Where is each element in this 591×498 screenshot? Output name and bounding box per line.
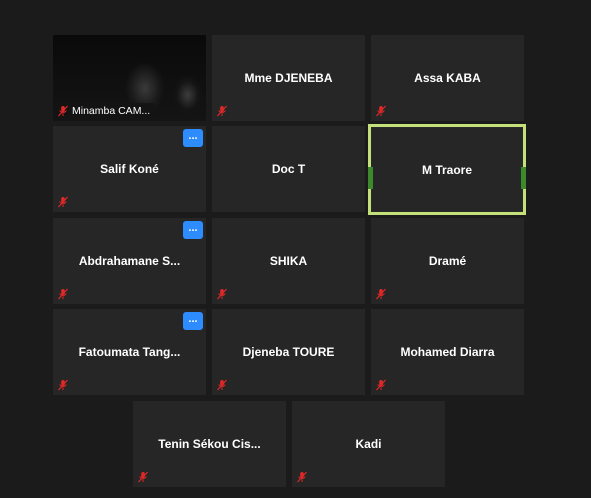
participant-name: M Traore xyxy=(421,162,472,177)
participant-tile-assa-kaba[interactable]: Assa KABA xyxy=(371,35,524,121)
participant-name: Dramé xyxy=(428,254,467,268)
participant-tile-drame[interactable]: Dramé xyxy=(371,218,524,304)
participant-tile-abdrahamane[interactable]: ... Abdrahamane S... xyxy=(53,218,206,304)
participant-name: Tenin Sékou Cis... xyxy=(158,437,261,451)
participant-tile-m-traore[interactable]: M Traore xyxy=(368,124,526,215)
muted-mic-icon xyxy=(217,379,227,391)
participant-name: Fatoumata Tang... xyxy=(78,345,181,359)
participant-tile-djeneba-toure[interactable]: Djeneba TOURE xyxy=(212,309,365,395)
participant-tile-fatoumata[interactable]: ... Fatoumata Tang... xyxy=(53,309,206,395)
participant-tile-kadi[interactable]: Kadi xyxy=(292,401,445,487)
participant-tile-minamba[interactable]: Minamba CAM... xyxy=(53,35,206,121)
more-options-button[interactable]: ... xyxy=(183,221,203,239)
participant-tile-doc-t[interactable]: Doc T xyxy=(212,126,365,212)
participant-tile-mme-djeneba[interactable]: Mme DJENEBA xyxy=(212,35,365,121)
participant-name: Mohamed Diarra xyxy=(400,345,495,359)
muted-mic-icon xyxy=(376,379,386,391)
muted-mic-icon xyxy=(217,105,227,117)
muted-mic-icon xyxy=(58,288,68,300)
more-options-button[interactable]: ... xyxy=(183,129,203,147)
participant-tile-shika[interactable]: SHIKA xyxy=(212,218,365,304)
more-options-button[interactable]: ... xyxy=(183,312,203,330)
muted-mic-icon xyxy=(58,196,68,208)
muted-mic-icon xyxy=(297,471,307,483)
participant-name: Djeneba TOURE xyxy=(242,345,335,359)
participant-name: Salif Koné xyxy=(100,162,159,176)
participant-tile-mohamed-diarra[interactable]: Mohamed Diarra xyxy=(371,309,524,395)
muted-mic-icon xyxy=(58,105,68,117)
muted-mic-icon xyxy=(58,379,68,391)
participant-name: Doc T xyxy=(271,162,306,176)
muted-mic-icon xyxy=(376,288,386,300)
muted-mic-icon xyxy=(138,471,148,483)
participant-name: Mme DJENEBA xyxy=(244,71,333,85)
participant-name: Minamba CAM... xyxy=(72,105,151,117)
name-tag: Minamba CAM... xyxy=(55,103,155,119)
participant-name: Kadi xyxy=(355,437,382,451)
participant-tile-salif-kone[interactable]: ... Salif Koné xyxy=(53,126,206,212)
participant-name: Assa KABA xyxy=(414,71,481,85)
participant-name: SHIKA xyxy=(269,254,308,268)
muted-mic-icon xyxy=(217,288,227,300)
participant-tile-tenin-sekou[interactable]: Tenin Sékou Cis... xyxy=(133,401,286,487)
participant-name: Abdrahamane S... xyxy=(78,254,181,268)
muted-mic-icon xyxy=(376,105,386,117)
